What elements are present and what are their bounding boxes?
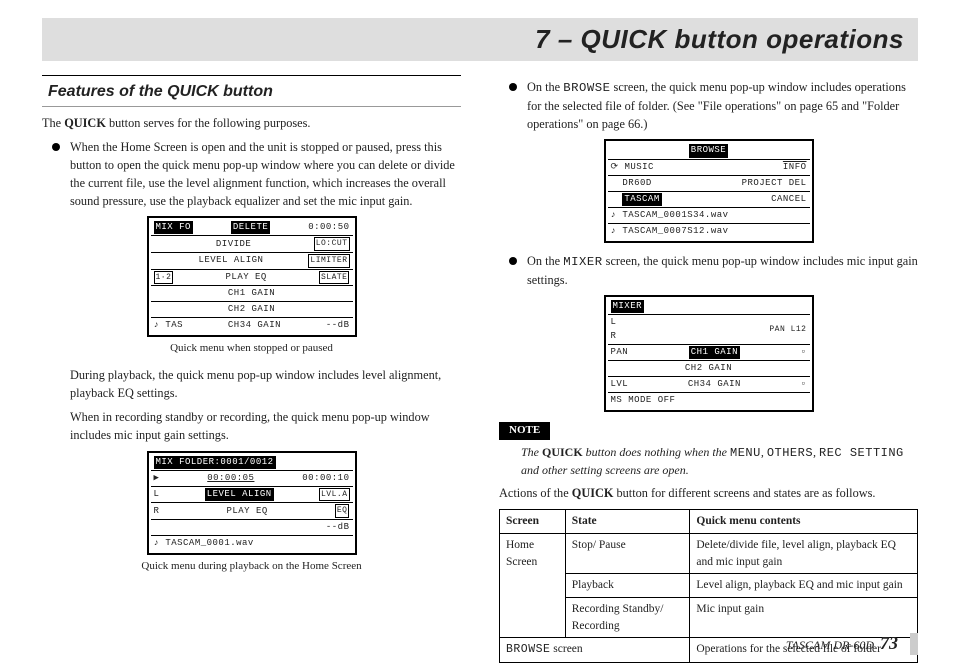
lcd-diagram-playback: MIX FOLDER:0001/0012 ▶00:00:0500:00:10 L… — [147, 451, 357, 555]
cell-contents: Delete/divide file, level align, playbac… — [690, 533, 918, 573]
right-column: On the BROWSE screen, the quick menu pop… — [499, 75, 918, 663]
page-footer: TASCAM DR-60D 73 — [786, 633, 918, 655]
cell-contents: Mic input gain — [690, 597, 918, 637]
caption-diagram2: Quick menu during playback on the Home S… — [42, 559, 461, 575]
note-body: The QUICK button does nothing when the M… — [521, 444, 918, 480]
chapter-header: 7 – QUICK button operations — [42, 18, 918, 61]
cell-state: Stop/ Pause — [565, 533, 690, 573]
chapter-title: 7 – QUICK button operations — [535, 24, 904, 54]
intro-paragraph: The QUICK button serves for the followin… — [42, 115, 461, 133]
cell-state: Recording Standby/ Recording — [565, 597, 690, 637]
paragraph-recording: When in recording standby or recording, … — [70, 409, 461, 445]
page-number: 73 — [880, 633, 898, 654]
bullet-home-screen: When the Home Screen is open and the uni… — [52, 139, 461, 210]
paragraph-playback: During playback, the quick menu pop-up w… — [70, 367, 461, 403]
cell-state: Playback — [565, 574, 690, 598]
bullet-dot-icon — [509, 257, 517, 265]
cell-screen-browse: BROWSE screen — [500, 638, 690, 663]
table-row: Home Screen Stop/ Pause Delete/divide fi… — [500, 533, 918, 573]
lcd-diagram-mixer: MIXER LRPAN L12 PANCH1 GAIN▫ CH2 GAIN LV… — [604, 295, 814, 411]
cell-contents: Level align, playback EQ and mic input g… — [690, 574, 918, 598]
bullet-dot-icon — [52, 143, 60, 151]
left-column: Features of the QUICK button The QUICK b… — [42, 75, 461, 663]
footer-decoration — [910, 633, 918, 655]
bullet-text: When the Home Screen is open and the uni… — [70, 139, 461, 210]
bullet-browse: On the BROWSE screen, the quick menu pop… — [509, 79, 918, 133]
cell-screen-home: Home Screen — [500, 533, 566, 637]
section-heading: Features of the QUICK button — [42, 75, 461, 107]
lcd-diagram-browse: BROWSE ⟳ MUSICINFO DR60DPROJECT DEL TASC… — [604, 139, 814, 242]
caption-diagram1: Quick menu when stopped or paused — [42, 341, 461, 357]
th-state: State — [565, 510, 690, 534]
note-label: NOTE — [499, 422, 550, 440]
th-screen: Screen — [500, 510, 566, 534]
th-contents: Quick menu contents — [690, 510, 918, 534]
footer-model: TASCAM DR-60D — [786, 638, 874, 653]
bullet-dot-icon — [509, 83, 517, 91]
lcd-diagram-stopped: MIX FODELETE0:00:50 DIVIDELO:CUT LEVEL A… — [147, 216, 357, 337]
actions-intro: Actions of the QUICK button for differen… — [499, 485, 918, 503]
table-header-row: Screen State Quick menu contents — [500, 510, 918, 534]
bullet-mixer: On the MIXER screen, the quick menu pop-… — [509, 253, 918, 290]
